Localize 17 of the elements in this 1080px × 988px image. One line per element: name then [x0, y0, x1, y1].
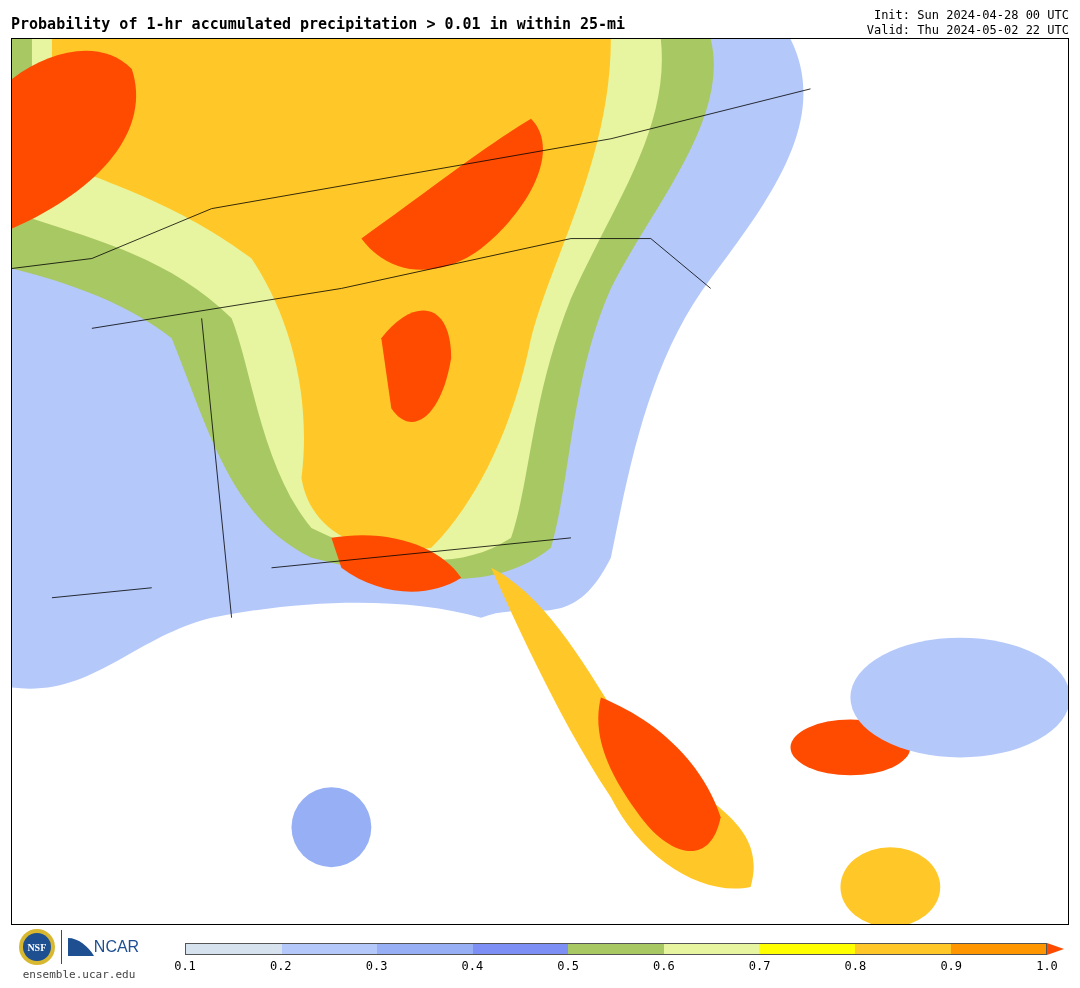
colorbar-tick-label: 0.2	[269, 960, 292, 972]
colorbar-tick-label: 0.6	[653, 960, 675, 972]
colorbar-tick-label: 0.7	[748, 960, 771, 972]
ncar-swoosh-icon	[67, 938, 94, 956]
colorbar-tick-label: 0.1	[174, 960, 196, 972]
colorbar-tick-label: 0.3	[365, 960, 388, 972]
website-url: ensemble.ucar.edu	[22, 967, 136, 983]
colorbar-tick-label: 0.4	[461, 960, 484, 972]
colorbar-tick-label: 0.5	[557, 960, 579, 972]
colorbar-tick-label: 0.8	[844, 960, 867, 972]
valid-time: Valid: Thu 2024-05-02 22 UTC	[866, 23, 1069, 38]
chart-title: Probability of 1-hr accumulated precipitation > 0.01 in within 25-mi	[11, 17, 626, 35]
nsf-logo-text: NSF	[27, 940, 47, 955]
colorbar-tick-label: 0.9	[940, 960, 963, 972]
init-time: Init: Sun 2024-04-28 00 UTC	[873, 8, 1069, 23]
ncar-logo-text: NCAR	[93, 939, 140, 955]
colorbar-tick-label: 1.0	[1036, 960, 1058, 972]
